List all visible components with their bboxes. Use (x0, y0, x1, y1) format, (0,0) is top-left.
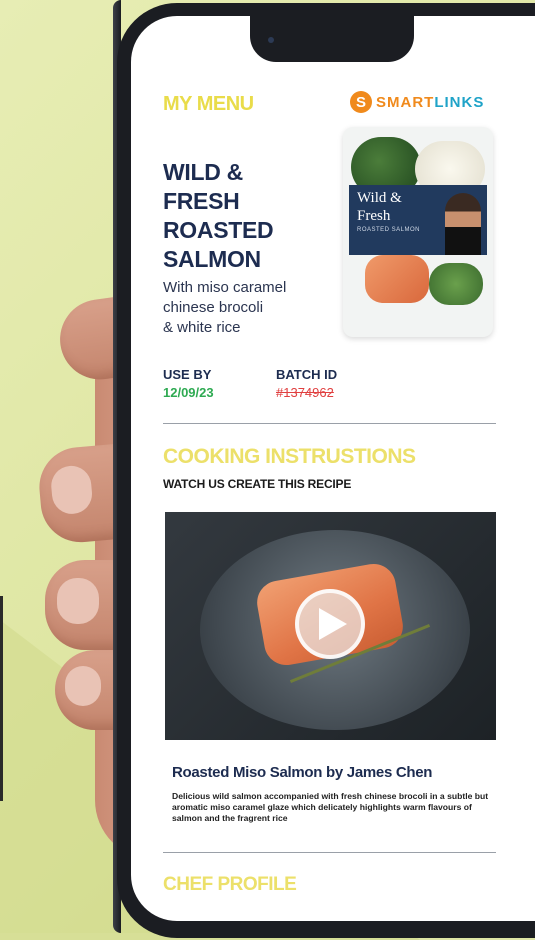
product-subtitle-line: With miso caramel (163, 279, 287, 296)
use-by-label: USE BY (163, 367, 212, 382)
pack-broccoli (429, 263, 483, 305)
product-title-line: FRESH (163, 188, 240, 214)
product-subtitle-line: & white rice (163, 319, 241, 336)
product-title: WILD & FRESH ROASTED SALMON (163, 158, 343, 274)
video-title: Roasted Miso Salmon by James Chen (172, 764, 433, 781)
phone-notch (250, 10, 414, 62)
pack-chef-photo (445, 193, 481, 255)
frame-border (0, 596, 3, 801)
product-title-line: SALMON (163, 246, 261, 272)
pack-brand-line: Fresh (357, 208, 391, 224)
pack-brand: Wild & Fresh (357, 189, 402, 225)
product-image: Wild & Fresh ROASTED SALMON (343, 127, 493, 337)
video-description: Delicious wild salmon accompanied with f… (172, 791, 489, 823)
cooking-subheading: WATCH US CREATE THIS RECIPE (163, 477, 352, 491)
pack-sleeve: Wild & Fresh ROASTED SALMON (349, 185, 487, 255)
play-icon (319, 608, 347, 640)
chef-profile-heading[interactable]: CHEF PROFILE (163, 874, 297, 896)
pack-salmon (365, 255, 429, 303)
product-title-line: WILD & (163, 159, 243, 185)
front-camera (268, 37, 274, 43)
divider (163, 423, 496, 424)
fingernail (57, 578, 99, 624)
brand-name-part2: LINKS (434, 93, 485, 111)
batch-id-value: #1374962 (276, 385, 334, 400)
section-label: MY MENU (163, 93, 254, 115)
product-subtitle: With miso caramel chinese brocoli & whit… (163, 278, 343, 338)
play-button[interactable] (295, 589, 365, 659)
batch-id-label: BATCH ID (276, 367, 338, 382)
product-subtitle-line: chinese brocoli (163, 299, 264, 316)
pack-subtitle: ROASTED SALMON (357, 227, 421, 233)
use-by-value: 12/09/23 (163, 385, 214, 400)
brand-mark-icon: S (350, 91, 372, 113)
recipe-video[interactable] (165, 512, 496, 740)
product-title-line: ROASTED (163, 217, 274, 243)
cooking-heading: COOKING INSTRUSTIONS (163, 445, 416, 468)
pack-brand-line: Wild & (357, 190, 402, 206)
brand-logo[interactable]: S SMART LINKS (350, 88, 484, 116)
divider (163, 852, 496, 853)
fingernail (65, 666, 101, 706)
brand-name-part1: SMART (376, 93, 435, 111)
fingernail (49, 464, 94, 516)
